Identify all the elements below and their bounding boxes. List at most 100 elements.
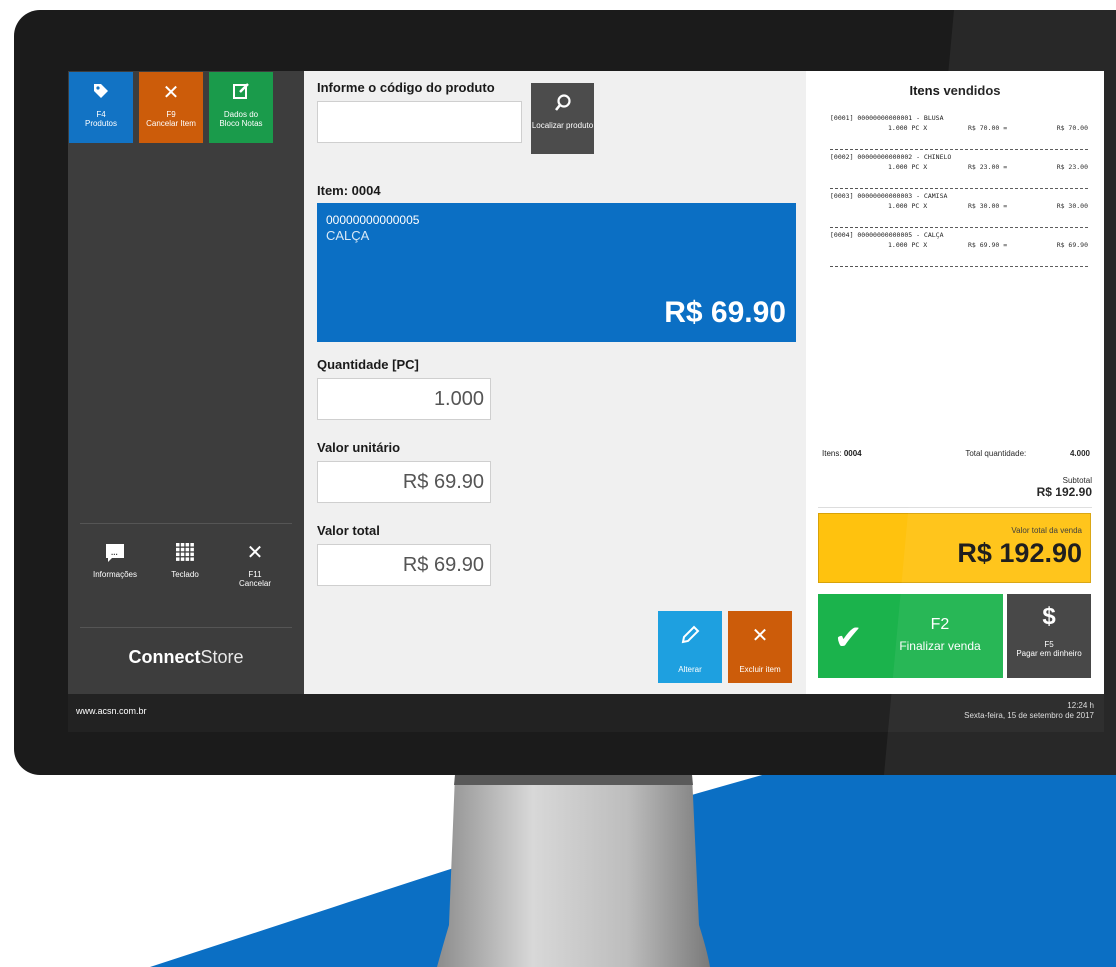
website-link[interactable]: www.acsn.com.br [76,706,147,716]
finish-sale-key: F2 [930,616,950,633]
products-tile[interactable]: F4 Produtos [69,72,133,143]
qty-total-label: Total quantidade: [965,449,1027,458]
products-label: Produtos [84,119,118,128]
notepad-tile[interactable]: Dados do Bloco Notas [209,72,273,143]
dollar-icon: $ [1042,603,1056,630]
brand-name-light: Store [200,647,244,667]
pay-cash-key: F5 [1044,640,1054,649]
receipt-item: [0002] 00000000000002 - CHINELO 1.000 PC… [830,150,1088,189]
info-label: Informações [92,570,138,579]
unit-price-label: Valor unitário [317,440,401,455]
grand-total-box: Valor total da venda R$ 192.90 [818,513,1091,583]
grand-total-value: R$ 192.90 [957,538,1082,568]
edit-icon [209,82,273,104]
subtotal-label: Subtotal [1062,476,1092,485]
chat-icon: ... [80,540,150,566]
pay-cash-button[interactable]: $ F5 Pagar em dinheiro [1007,594,1091,678]
check-icon: ✔ [834,619,863,657]
delete-item-button[interactable]: ✕ Excluir item [728,611,792,683]
subtotal-block: Subtotal R$ 192.90 [1037,476,1092,499]
receipt-list: [0001] 00000000000001 - BLUSA 1.000 PC X… [830,111,1088,267]
close-icon: ✕ [162,82,180,104]
cancel-sale-label: Cancelar [238,579,271,588]
receipt-divider [818,507,1092,508]
receipt-summary: Itens: 0004 Total quantidade: 4.000 [822,449,1090,458]
pay-cash-label: Pagar em dinheiro [1016,649,1082,658]
current-date: Sexta-feira, 15 de setembro de 2017 [964,711,1094,720]
subtotal-value: R$ 192.90 [1036,485,1092,499]
receipt-item-qty: 1.000 PC X [888,124,928,132]
receipt-item: [0004] 00000000000005 - CALÇA 1.000 PC X… [830,228,1088,267]
locate-product-button[interactable]: Localizar produto [531,83,594,154]
pencil-icon [658,625,722,647]
item-price: R$ 69.90 [664,296,786,329]
brand-name-bold: Connect [128,647,201,667]
receipt-item-unit: R$ 30.00 = [968,202,1008,210]
delete-item-label: Excluir item [739,665,781,674]
cancel-item-tile[interactable]: ✕ F9 Cancelar Item [139,72,203,143]
items-count: 0004 [843,449,862,458]
receipt-item-total: R$ 30.00 [1056,202,1088,210]
receipt-item-line: [0001] 00000000000001 - BLUSA [830,114,944,122]
qty-total: 4.000 [1069,449,1090,458]
keyboard-button[interactable]: Teclado [150,540,220,600]
notepad-label: Dados do Bloco Notas [219,110,263,128]
keypad-icon [150,540,220,566]
item-code: 00000000000005 [326,213,420,227]
total-price-label: Valor total [317,523,380,538]
status-bar: www.acsn.com.br 12:24 h Sexta-feira, 15 … [68,694,1104,732]
item-number-label: Item: 0004 [317,183,381,198]
receipt-item-unit: R$ 69.90 = [968,241,1008,249]
brand-logo: ConnectStore [68,647,304,668]
cancel-item-label: Cancelar Item [146,119,196,128]
sidebar-divider [80,523,292,524]
receipt-item-unit: R$ 23.00 = [968,163,1008,171]
info-button[interactable]: ... Informações [80,540,150,600]
product-code-label: Informe o código do produto [317,80,495,95]
total-price-field[interactable]: R$ 69.90 [317,544,491,586]
item-name: CALÇA [326,228,370,243]
tag-icon [69,82,133,104]
edit-item-label: Alterar [678,665,702,674]
main-panel: Informe o código do produto Localizar pr… [304,71,806,694]
receipt-item-total: R$ 23.00 [1056,163,1088,171]
current-item-card: 00000000000005 CALÇA R$ 69.90 [317,203,796,342]
receipt-item-unit: R$ 70.00 = [968,124,1008,132]
receipt-item-qty: 1.000 PC X [888,163,928,171]
sidebar: F4 Produtos ✕ F9 Cancelar Item Dados do … [68,71,304,694]
cancel-item-key: F9 [166,110,176,119]
receipt-item-total: R$ 70.00 [1056,124,1088,132]
quantity-label: Quantidade [PC] [317,357,419,372]
receipt-panel: Itens vendidos [0001] 00000000000001 - B… [806,71,1104,694]
grand-total-label: Valor total da venda [1011,526,1082,535]
close-icon: ✕ [246,542,264,564]
monitor-stand [437,775,710,967]
receipt-item-total: R$ 69.90 [1056,241,1088,249]
product-code-input[interactable] [317,101,522,143]
quantity-field[interactable]: 1.000 [317,378,491,420]
receipt-item-qty: 1.000 PC X [888,241,928,249]
cancel-sale-button[interactable]: ✕ F11 Cancelar [220,540,290,600]
finish-sale-label: Finalizar venda [899,639,981,653]
receipt-item-line: [0003] 00000000000003 - CAMISA [830,192,948,200]
svg-text:...: ... [111,548,118,557]
unit-price-field[interactable]: R$ 69.90 [317,461,491,503]
date-time: 12:24 h Sexta-feira, 15 de setembro de 2… [964,701,1094,721]
sidebar-divider [80,627,292,628]
cancel-sale-key: F11 [248,570,262,579]
items-count-label: Itens: [822,449,842,458]
receipt-item: [0001] 00000000000001 - BLUSA 1.000 PC X… [830,111,1088,150]
edit-item-button[interactable]: Alterar [658,611,722,683]
receipt-item: [0003] 00000000000003 - CAMISA 1.000 PC … [830,189,1088,228]
keyboard-label: Teclado [171,570,199,579]
products-key: F4 [96,110,106,119]
finish-sale-button[interactable]: ✔ F2 Finalizar venda [818,594,1003,678]
pos-screen: F4 Produtos ✕ F9 Cancelar Item Dados do … [68,71,1104,732]
monitor-frame: F4 Produtos ✕ F9 Cancelar Item Dados do … [14,10,1116,775]
receipt-item-line: [0002] 00000000000002 - CHINELO [830,153,952,161]
locate-product-label: Localizar produto [531,121,594,130]
receipt-item-line: [0004] 00000000000005 - CALÇA [830,231,944,239]
close-icon: ✕ [751,625,769,647]
search-icon [554,93,572,115]
receipt-item-qty: 1.000 PC X [888,202,928,210]
